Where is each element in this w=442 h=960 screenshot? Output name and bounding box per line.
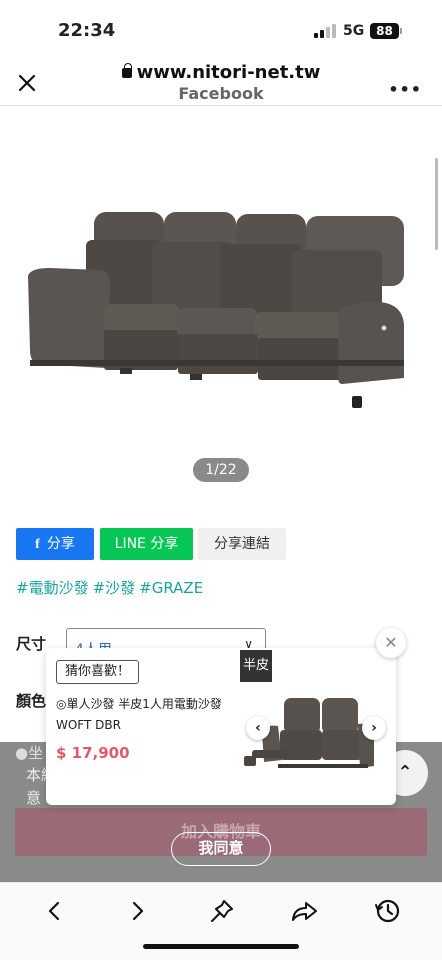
back-icon[interactable] [34,891,74,931]
recommend-price: $ 17,900 [56,744,130,762]
history-icon[interactable] [368,891,408,931]
popup-close-button[interactable]: ✕ [376,628,406,658]
color-label: 顏色 [16,692,47,710]
carousel-prev-button[interactable]: ‹ [246,716,270,740]
material-tag: 半皮 [240,650,272,682]
size-label: 尺寸 [16,635,47,653]
battery-icon: 88 [370,23,402,39]
tag-list: #電動沙發 #沙發 #GRAZE [16,577,207,598]
facebook-share-button[interactable]: f 分享 [16,528,94,560]
scrollbar[interactable] [435,158,438,250]
tag-link[interactable]: #GRAZE [139,579,203,597]
agree-button[interactable]: 我同意 [171,832,271,866]
share-icon[interactable] [284,891,324,931]
home-indicator [143,944,299,949]
consent-text-line: 意 [26,789,42,807]
tag-link[interactable]: #電動沙發 [16,579,89,597]
site-name: Facebook [178,84,264,103]
recommend-badge: 猜你喜歡！ [56,660,140,684]
forward-icon[interactable] [118,891,158,931]
copy-link-button[interactable]: 分享連結 [198,528,286,560]
recommend-title[interactable]: ◎單人沙發 半皮1人用電動沙發 WOFT DBR [56,694,246,736]
browser-header: www.nitori-net.tw Facebook ••• [0,56,442,106]
signal-icon [314,24,338,38]
network-label: 5G [343,23,365,39]
pin-icon[interactable] [202,891,242,931]
consent-text-line: ●坐 [15,744,44,762]
product-image[interactable] [20,200,410,420]
more-options-icon[interactable]: ••• [388,80,422,99]
status-bar: 22:34 5G 88 [0,0,442,56]
tag-link[interactable]: #沙發 [93,579,136,597]
facebook-icon: f [35,537,40,552]
url-text: www.nitori-net.tw [136,62,321,83]
recommendation-popup[interactable]: 猜你喜歡！ ◎單人沙發 半皮1人用電動沙發 WOFT DBR $ 17,900 … [46,648,396,805]
lock-icon [121,63,132,78]
carousel-next-button[interactable]: › [362,716,386,740]
line-share-button[interactable]: LINE 分享 [100,528,193,560]
status-time: 22:34 [58,20,116,41]
url-display[interactable]: www.nitori-net.tw [0,62,442,83]
image-pager: 1/22 [193,458,249,482]
